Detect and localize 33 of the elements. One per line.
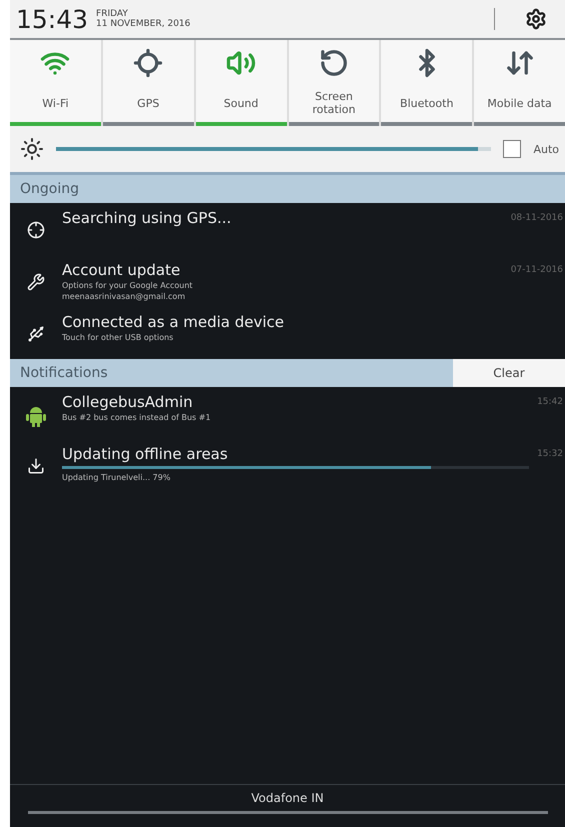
quick-toggle[interactable]: GPS: [102, 40, 194, 126]
notification-title: Account update: [62, 261, 182, 279]
notification-title: Searching using GPS...: [62, 209, 232, 227]
notification-item[interactable]: Account update Options for your Google Account meenaasrinivasan@gmail.com 07-11-2016: [10, 255, 565, 307]
notification-title: CollegebusAdmin: [62, 393, 194, 411]
notification-text: Options for your Google Account: [62, 281, 194, 290]
weekday-text: FRIDAY: [96, 9, 129, 19]
notification-text: meenaasrinivasan@gmail.com: [62, 292, 186, 301]
notification-item[interactable]: Updating offline areas Updating Tirunelveli... 79% 15:32: [10, 439, 565, 491]
notification-item[interactable]: Connected as a media device Touch for other USB options: [10, 307, 565, 359]
quick-toggle[interactable]: Bluetooth: [381, 40, 472, 126]
quick-toggle[interactable]: Wi-Fi: [10, 40, 101, 126]
quick-toggle[interactable]: Mobile data: [474, 40, 565, 126]
quick-toggle[interactable]: Screen rotation: [288, 40, 380, 126]
section-title: Notifications: [19, 365, 108, 381]
notification-text: Touch for other USB options: [62, 333, 174, 342]
section-title: Ongoing: [19, 181, 79, 197]
notification-title: Updating offline areas: [62, 445, 229, 463]
clock-time: 15:43: [16, 4, 88, 34]
notification-text: Updating Tirunelveli... 79%: [62, 473, 172, 482]
notification-item[interactable]: CollegebusAdmin Bus #2 bus comes instead of Bus #1 15:42: [10, 387, 565, 439]
notification-text: Bus #2 bus comes instead of Bus #1: [62, 413, 212, 422]
quick-toggle[interactable]: Sound: [196, 40, 286, 126]
clear-button[interactable]: Clear: [453, 359, 565, 387]
notification-time: 07-11-2016: [510, 264, 564, 275]
auto-label: Auto: [533, 142, 559, 156]
notification-time: 08-11-2016: [510, 212, 564, 223]
date-text: 11 NOVEMBER, 2016: [96, 19, 192, 29]
notification-time: 15:42: [536, 396, 564, 407]
notification-item[interactable]: Searching using GPS... 08-11-2016: [10, 203, 565, 255]
carrier-name: Vodafone IN: [251, 791, 324, 805]
notification-time: 15:32: [536, 448, 564, 459]
notification-title: Connected as a media device: [62, 313, 286, 331]
